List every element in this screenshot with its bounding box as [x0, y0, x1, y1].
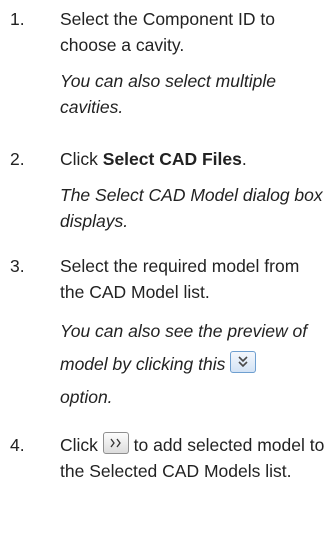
step-number: 3. — [10, 256, 25, 276]
instruction-steps: 1. Select the Component ID to choose a c… — [0, 0, 336, 544]
step-note: You can also see the preview of model by… — [60, 315, 328, 414]
step-instruction: Click to add selected model to the Selec… — [60, 432, 328, 484]
step-instruction: Select the required model from the CAD M… — [60, 256, 300, 302]
ui-element-name: Select CAD Files — [102, 149, 242, 169]
note-text: option. — [60, 387, 113, 407]
step-instruction: Select the Component ID to choose a cavi… — [60, 9, 275, 55]
step-instruction: Click Select CAD Files. — [60, 146, 328, 172]
step-number: 2. — [10, 149, 25, 169]
step-note: You can also select multiple cavities. — [60, 71, 276, 117]
step-number: 1. — [10, 9, 25, 29]
step-number: 4. — [10, 435, 25, 455]
instruction-text: Click — [60, 435, 98, 455]
instruction-text: Click — [60, 149, 103, 169]
step-note: The Select CAD Model dialog box displays… — [60, 185, 323, 231]
double-right-arrow-icon — [102, 432, 129, 454]
instruction-text: to add selected model to the Selected CA… — [60, 435, 325, 481]
instruction-text: . — [241, 149, 247, 169]
note-text: You can also see the preview of model by… — [60, 321, 308, 374]
chevron-double-down-icon — [230, 351, 257, 373]
